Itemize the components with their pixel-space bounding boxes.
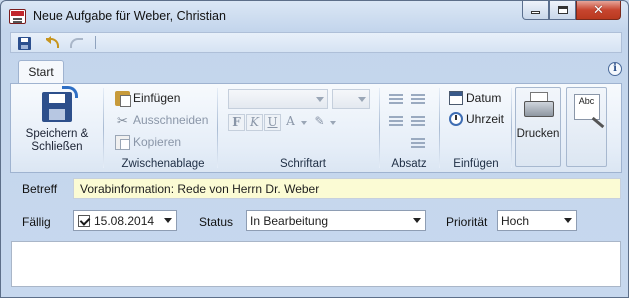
insert-time-button[interactable]: Uhrzeit xyxy=(449,110,504,128)
chevron-down-icon xyxy=(358,97,366,106)
tab-start[interactable]: Start xyxy=(18,60,64,84)
clock-icon xyxy=(449,112,463,126)
ribbon-tabstrip: Start i xyxy=(10,53,622,84)
paragraph-group-label: Absatz xyxy=(391,158,427,170)
status-value: In Bearbeitung xyxy=(250,213,329,228)
bold-button[interactable]: F xyxy=(228,114,245,131)
printer-icon xyxy=(523,92,554,120)
insert-date-button[interactable]: Datum xyxy=(449,89,501,107)
copy-label: Kopieren xyxy=(133,135,182,149)
group-separator xyxy=(103,88,104,168)
print-button[interactable]: Drucken xyxy=(515,87,561,167)
app-logo-icon[interactable] xyxy=(9,9,26,24)
ribbon-body: Speichern & Schließen Einfügen ✂ Ausschn… xyxy=(10,83,622,173)
maximize-button[interactable] xyxy=(549,1,576,20)
paste-button[interactable]: Einfügen xyxy=(115,89,180,107)
save-close-label-line1: Speichern & xyxy=(25,128,89,140)
group-separator xyxy=(511,88,512,168)
close-button[interactable]: ✕ xyxy=(576,1,621,20)
minimize-button[interactable] xyxy=(522,1,549,20)
info-icon[interactable]: i xyxy=(608,62,622,76)
priority-label: Priorität xyxy=(446,215,488,229)
font-color-button[interactable]: A xyxy=(282,114,299,131)
cut-label: Ausschneiden xyxy=(133,113,209,127)
subject-label: Betreff xyxy=(22,182,58,196)
calendar-icon xyxy=(449,91,463,105)
task-window: Neue Aufgabe für Weber, Christian ✕ Star… xyxy=(0,0,629,298)
quick-access-toolbar xyxy=(10,32,622,53)
numbered-list-icon[interactable] xyxy=(389,114,403,126)
chevron-down-icon xyxy=(413,218,421,227)
priority-value: Hoch xyxy=(501,213,530,228)
align-right-icon[interactable] xyxy=(411,92,425,104)
minimize-icon xyxy=(531,11,540,14)
qat-redo-button[interactable] xyxy=(67,35,85,51)
qat-save-button[interactable] xyxy=(15,35,33,51)
window-controls: ✕ xyxy=(522,1,621,21)
due-date-value: 15.08.2014 xyxy=(94,213,155,228)
qat-undo-button[interactable] xyxy=(43,35,61,51)
group-separator xyxy=(439,88,440,168)
font-name-select[interactable] xyxy=(228,89,328,109)
italic-button[interactable]: K xyxy=(246,114,263,131)
cut-button[interactable]: ✂ Ausschneiden xyxy=(115,111,208,129)
group-separator xyxy=(217,88,218,168)
chevron-down-icon[interactable] xyxy=(329,114,337,131)
underline-button[interactable]: U xyxy=(264,114,281,131)
indent-icon[interactable] xyxy=(411,114,425,126)
group-separator xyxy=(379,88,380,168)
bullet-list-icon[interactable] xyxy=(389,92,403,104)
copy-icon xyxy=(115,134,130,150)
maximize-icon xyxy=(557,6,568,14)
status-label: Status xyxy=(199,215,234,229)
task-form: Betreff Vorabinformation: Rede von Herrn… xyxy=(10,173,622,291)
due-label: Fällig xyxy=(22,215,51,229)
close-icon: ✕ xyxy=(593,2,604,18)
save-and-close-button[interactable]: Speichern & Schließen xyxy=(21,86,93,154)
print-label: Drucken xyxy=(516,128,560,140)
status-select[interactable]: In Bearbeitung xyxy=(246,210,426,231)
save-icon xyxy=(17,36,31,50)
insert-time-label: Uhrzeit xyxy=(466,112,505,126)
due-date-picker[interactable]: 15.08.2014 xyxy=(73,210,177,231)
notes-textarea[interactable] xyxy=(11,241,621,287)
paste-icon xyxy=(115,90,131,107)
scissors-icon: ✂ xyxy=(117,112,128,128)
font-size-select[interactable] xyxy=(332,89,370,109)
title-bar[interactable]: Neue Aufgabe für Weber, Christian ✕ xyxy=(1,1,628,31)
font-format-row: F K U A ✎ xyxy=(228,112,340,133)
priority-select[interactable]: Hoch xyxy=(497,210,577,231)
chevron-down-icon[interactable] xyxy=(164,218,172,227)
chevron-down-icon xyxy=(564,218,572,227)
chevron-down-icon xyxy=(316,97,324,106)
chevron-down-icon[interactable] xyxy=(300,114,308,131)
highlight-icon[interactable]: ✎ xyxy=(311,114,328,131)
spellcheck-icon: Abc xyxy=(573,94,600,120)
redo-icon xyxy=(69,38,83,48)
spelling-button[interactable]: Abc xyxy=(566,87,607,167)
paste-label: Einfügen xyxy=(133,91,181,105)
clipboard-group-label: Zwischenablage xyxy=(121,158,205,170)
font-group-label: Schriftart xyxy=(279,158,326,170)
copy-button[interactable]: Kopieren xyxy=(115,133,181,151)
insert-date-label: Datum xyxy=(466,91,502,105)
window-title: Neue Aufgabe für Weber, Christian xyxy=(33,9,226,23)
undo-icon xyxy=(45,36,59,48)
qat-separator xyxy=(95,36,96,49)
subject-input[interactable]: Vorabinformation: Rede von Herrn Dr. Web… xyxy=(73,178,621,199)
outdent-icon[interactable] xyxy=(411,136,425,148)
due-checkbox[interactable] xyxy=(78,214,90,227)
save-close-icon xyxy=(42,86,78,122)
save-close-label-line2: Schließen xyxy=(31,141,83,153)
insert-group-label: Einfügen xyxy=(453,158,499,170)
